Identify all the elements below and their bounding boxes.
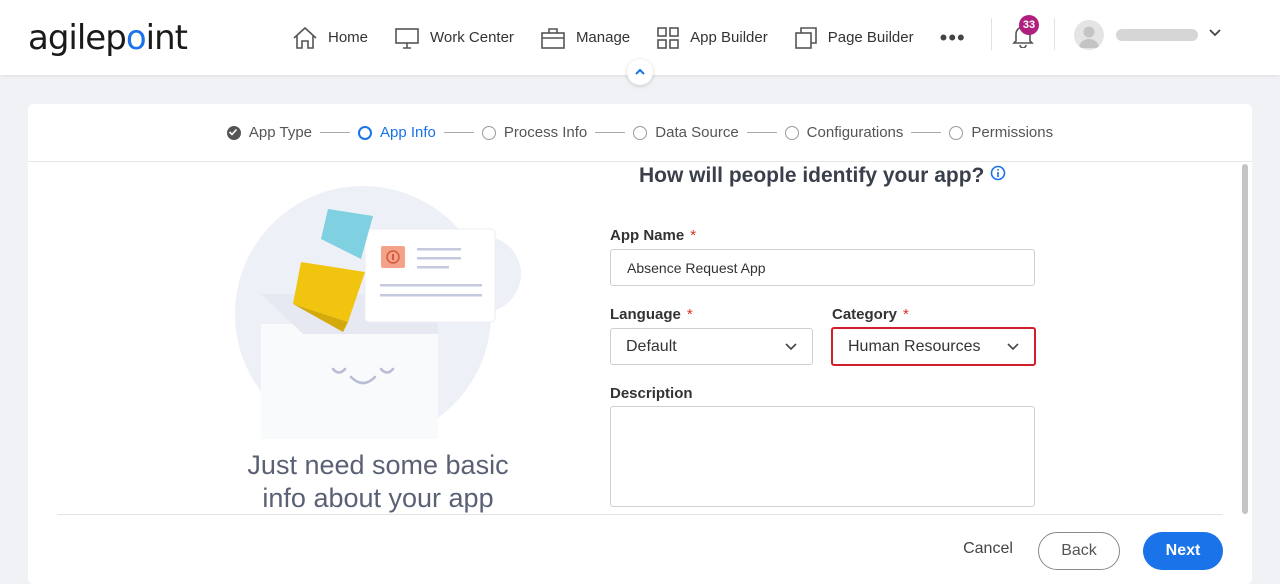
back-button[interactable]: Back <box>1038 532 1120 570</box>
step-connector <box>443 132 474 133</box>
nav-divider <box>991 18 992 50</box>
nav-work-center[interactable]: Work Center <box>394 26 514 50</box>
scrollbar[interactable] <box>1242 164 1248 514</box>
category-value: Human Resources <box>848 337 981 355</box>
briefcase-icon <box>541 27 565 49</box>
footer-divider <box>57 514 1223 515</box>
step-label: Configurations <box>806 124 904 141</box>
nav-divider <box>1054 18 1055 50</box>
step-label: Data Source <box>655 124 739 141</box>
step-circle-icon <box>481 125 496 140</box>
step-process-info[interactable]: Process Info <box>481 124 588 141</box>
app-info-illustration <box>233 164 563 444</box>
monitor-icon <box>395 27 419 49</box>
category-select[interactable]: Human Resources <box>831 327 1036 366</box>
wizard-stepper: App Type App Info Process Info Data Sour… <box>28 104 1252 162</box>
nav-work-center-label: Work Center <box>430 29 514 46</box>
chevron-down-icon <box>785 343 797 351</box>
nav-app-builder-label: App Builder <box>690 29 768 46</box>
step-app-info[interactable]: App Info <box>358 124 436 141</box>
info-icon[interactable] <box>990 165 1006 186</box>
category-label: Category * <box>832 306 909 323</box>
next-button[interactable]: Next <box>1143 532 1223 570</box>
cancel-button[interactable]: Cancel <box>958 540 1018 562</box>
description-textarea[interactable] <box>610 406 1035 507</box>
pages-icon <box>794 26 817 49</box>
nav-page-builder-label: Page Builder <box>827 29 914 46</box>
language-label: Language * <box>610 306 693 323</box>
step-label: Process Info <box>503 124 588 141</box>
username-redacted <box>1116 29 1198 41</box>
language-value: Default <box>626 337 677 355</box>
step-label: App Info <box>380 124 436 141</box>
form-title: How will people identify your app? <box>639 164 985 187</box>
check-circle-icon <box>226 125 241 140</box>
notification-count-badge: 33 <box>1019 15 1039 35</box>
description-label: Description <box>610 385 693 402</box>
home-icon <box>293 26 317 49</box>
app-name-label: App Name * <box>610 227 697 244</box>
step-label: Permissions <box>971 124 1054 141</box>
language-select[interactable]: Default <box>610 328 813 365</box>
step-label: App Type <box>248 124 313 141</box>
step-connector <box>911 132 942 133</box>
step-circle-icon <box>784 125 799 140</box>
agilepoint-logo[interactable]: agilepoint <box>28 18 188 58</box>
nav-manage-label: Manage <box>575 29 631 46</box>
step-circle-icon <box>358 125 373 140</box>
avatar[interactable] <box>1074 20 1104 50</box>
chevron-up-icon <box>635 68 645 75</box>
step-connector <box>320 132 351 133</box>
grid-icon <box>657 26 679 49</box>
nav-home-label: Home <box>328 29 369 46</box>
step-permissions[interactable]: Permissions <box>949 124 1053 141</box>
step-connector <box>746 132 777 133</box>
tagline-line-1: Just need some basic <box>247 450 509 480</box>
nav-manage[interactable]: Manage <box>540 26 630 50</box>
step-circle-icon <box>949 125 964 140</box>
wizard-card: App Type App Info Process Info Data Sour… <box>28 104 1252 584</box>
nav-home[interactable]: Home <box>292 26 368 50</box>
chevron-down-icon <box>1007 343 1019 351</box>
step-circle-icon <box>633 125 648 140</box>
step-connector <box>595 132 626 133</box>
nav-app-builder[interactable]: App Builder <box>656 26 768 50</box>
tagline-line-2: info about your app <box>262 483 494 513</box>
nav-page-builder[interactable]: Page Builder <box>794 26 914 50</box>
illustration-tagline: Just need some basic info about your app <box>228 449 528 515</box>
step-configurations[interactable]: Configurations <box>784 124 904 141</box>
chevron-down-icon[interactable] <box>1208 26 1222 45</box>
step-app-type[interactable]: App Type <box>226 124 313 141</box>
step-data-source[interactable]: Data Source <box>633 124 739 141</box>
more-menu-icon[interactable]: ••• <box>940 25 966 51</box>
app-name-input[interactable]: Absence Request App <box>610 249 1035 286</box>
collapse-header-button[interactable] <box>627 59 653 85</box>
